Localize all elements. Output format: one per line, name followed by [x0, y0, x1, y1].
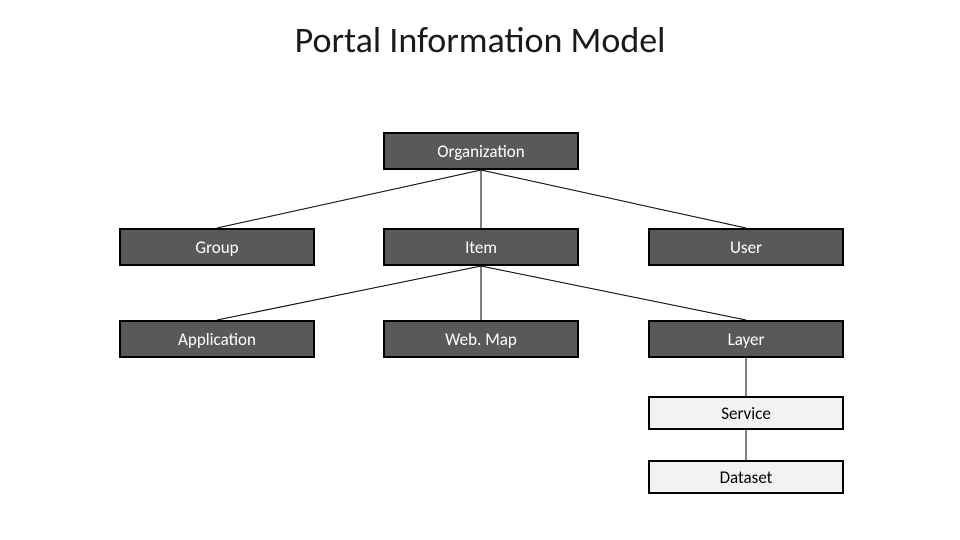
slide: Portal Information Model Organization Gr…	[0, 0, 960, 540]
node-item: Item	[383, 228, 579, 266]
node-group: Group	[119, 228, 315, 266]
node-application: Application	[119, 320, 315, 358]
page-title: Portal Information Model	[0, 18, 960, 62]
node-layer: Layer	[648, 320, 844, 358]
node-dataset: Dataset	[648, 460, 844, 494]
node-webmap: Web. Map	[383, 320, 579, 358]
connector-lines	[0, 0, 960, 540]
node-user: User	[648, 228, 844, 266]
node-service: Service	[648, 396, 844, 430]
node-organization: Organization	[383, 132, 579, 170]
